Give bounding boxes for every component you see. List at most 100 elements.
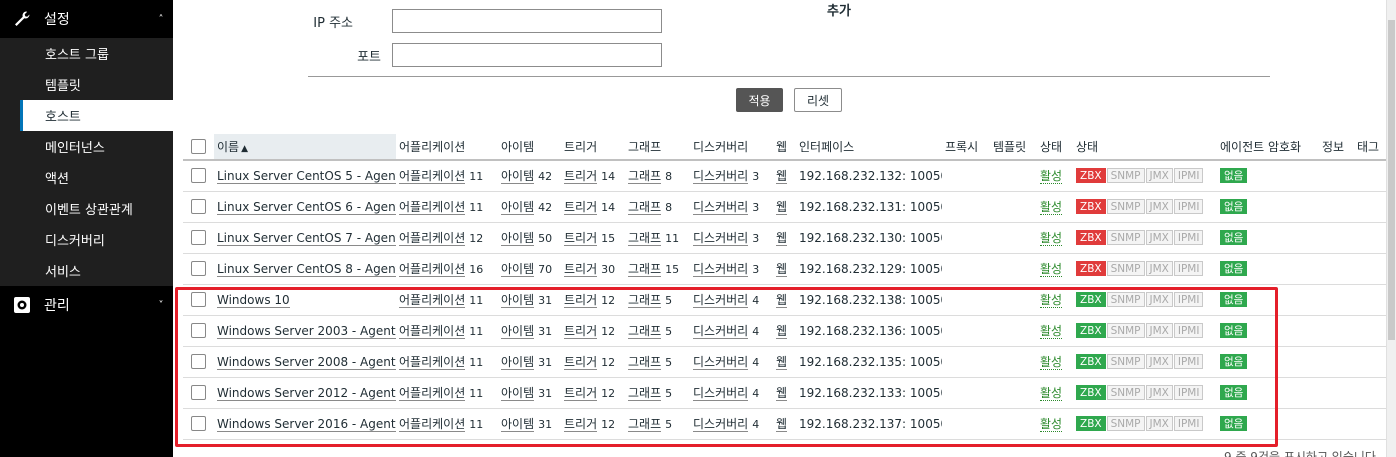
triggers-link[interactable]: 트리거 [564, 261, 598, 277]
web-link[interactable]: 웹 [776, 199, 788, 215]
graphs-link[interactable]: 그래프 [628, 416, 662, 432]
applications-link[interactable]: 어플리케이션 [399, 416, 466, 432]
items-link[interactable]: 아이템 [501, 354, 535, 370]
sidebar-item-hosts[interactable]: 호스트 [20, 100, 173, 131]
host-name-link[interactable]: Linux Server CentOS 8 - Agent [217, 261, 396, 277]
items-link[interactable]: 아이템 [501, 168, 535, 184]
port-input[interactable] [392, 43, 662, 67]
zbx-badge[interactable]: ZBX [1076, 323, 1106, 338]
status-toggle-link[interactable]: 활성 [1040, 231, 1063, 246]
sidebar-item-discovery[interactable]: 디스커버리 [20, 224, 173, 255]
triggers-link[interactable]: 트리거 [564, 323, 598, 339]
sidebar-section-configuration[interactable]: 설정 ˄ [0, 0, 173, 38]
reset-button[interactable]: 리셋 [794, 88, 842, 112]
sidebar-section-administration[interactable]: 관리 ˅ [0, 286, 173, 324]
host-name-link[interactable]: Linux Server CentOS 5 - Agent [217, 168, 396, 184]
zbx-badge[interactable]: ZBX [1076, 230, 1106, 245]
items-link[interactable]: 아이템 [501, 199, 535, 215]
status-toggle-link[interactable]: 활성 [1040, 324, 1063, 339]
row-checkbox[interactable] [191, 230, 206, 245]
applications-link[interactable]: 어플리케이션 [399, 199, 466, 215]
host-name-link[interactable]: Linux Server CentOS 7 - Agent [217, 230, 396, 246]
applications-link[interactable]: 어플리케이션 [399, 261, 466, 277]
host-name-link[interactable]: Windows Server 2012 - Agent [217, 385, 396, 401]
applications-link[interactable]: 어플리케이션 [399, 230, 466, 246]
status-toggle-link[interactable]: 활성 [1040, 169, 1063, 185]
triggers-link[interactable]: 트리거 [564, 292, 598, 308]
vertical-scrollbar[interactable] [1386, 0, 1396, 457]
sidebar-item-actions[interactable]: 액션 [20, 162, 173, 193]
host-name-link[interactable]: Windows 10 [217, 292, 290, 308]
discovery-link[interactable]: 디스커버리 [693, 416, 749, 432]
column-header-name[interactable]: 이름 ▲ [214, 134, 396, 161]
items-link[interactable]: 아이템 [501, 261, 535, 277]
host-name-link[interactable]: Windows Server 2003 - Agent [217, 323, 396, 339]
status-toggle-link[interactable]: 활성 [1040, 293, 1063, 308]
graphs-link[interactable]: 그래프 [628, 199, 662, 215]
host-name-link[interactable]: Windows Server 2008 - Agent [217, 354, 396, 370]
discovery-link[interactable]: 디스커버리 [693, 199, 749, 215]
row-checkbox[interactable] [191, 292, 206, 307]
sidebar-item-maintenance[interactable]: 메인터넌스 [20, 131, 173, 162]
scrollbar-thumb[interactable] [1388, 20, 1395, 340]
host-name-link[interactable]: Windows Server 2016 - Agent [217, 416, 396, 432]
apply-button[interactable]: 적용 [736, 88, 783, 112]
zbx-badge[interactable]: ZBX [1076, 168, 1106, 184]
zbx-badge[interactable]: ZBX [1076, 199, 1106, 214]
items-link[interactable]: 아이템 [501, 416, 535, 432]
graphs-link[interactable]: 그래프 [628, 261, 662, 277]
zbx-badge[interactable]: ZBX [1076, 292, 1106, 307]
items-link[interactable]: 아이템 [501, 230, 535, 246]
web-link[interactable]: 웹 [776, 168, 788, 184]
items-link[interactable]: 아이템 [501, 323, 535, 339]
status-toggle-link[interactable]: 활성 [1040, 417, 1063, 432]
applications-link[interactable]: 어플리케이션 [399, 168, 466, 184]
web-link[interactable]: 웹 [776, 385, 788, 401]
discovery-link[interactable]: 디스커버리 [693, 323, 749, 339]
discovery-link[interactable]: 디스커버리 [693, 292, 749, 308]
graphs-link[interactable]: 그래프 [628, 354, 662, 370]
row-checkbox[interactable] [191, 323, 206, 338]
status-toggle-link[interactable]: 활성 [1040, 262, 1063, 277]
items-link[interactable]: 아이템 [501, 292, 535, 308]
discovery-link[interactable]: 디스커버리 [693, 354, 749, 370]
applications-link[interactable]: 어플리케이션 [399, 292, 466, 308]
sidebar-item-host-groups[interactable]: 호스트 그룹 [20, 38, 173, 69]
status-toggle-link[interactable]: 활성 [1040, 200, 1063, 215]
row-checkbox[interactable] [191, 168, 206, 184]
row-checkbox[interactable] [191, 199, 206, 214]
applications-link[interactable]: 어플리케이션 [399, 385, 466, 401]
host-name-link[interactable]: Linux Server CentOS 6 - Agent [217, 199, 396, 215]
graphs-link[interactable]: 그래프 [628, 230, 662, 246]
applications-link[interactable]: 어플리케이션 [399, 354, 466, 370]
applications-link[interactable]: 어플리케이션 [399, 323, 466, 339]
zbx-badge[interactable]: ZBX [1076, 261, 1106, 276]
discovery-link[interactable]: 디스커버리 [693, 261, 749, 277]
sidebar-item-templates[interactable]: 템플릿 [20, 69, 173, 100]
discovery-link[interactable]: 디스커버리 [693, 230, 749, 246]
graphs-link[interactable]: 그래프 [628, 323, 662, 339]
add-link[interactable]: 추가 [827, 0, 851, 19]
zbx-badge[interactable]: ZBX [1076, 385, 1106, 400]
column-header-status[interactable]: 상태 [1037, 134, 1073, 161]
row-checkbox[interactable] [191, 354, 206, 369]
web-link[interactable]: 웹 [776, 261, 788, 277]
triggers-link[interactable]: 트리거 [564, 230, 598, 246]
graphs-link[interactable]: 그래프 [628, 385, 662, 401]
row-checkbox[interactable] [191, 416, 206, 431]
ip-address-input[interactable] [392, 9, 662, 33]
status-toggle-link[interactable]: 활성 [1040, 355, 1063, 370]
web-link[interactable]: 웹 [776, 230, 788, 246]
web-link[interactable]: 웹 [776, 354, 788, 370]
discovery-link[interactable]: 디스커버리 [693, 385, 749, 401]
triggers-link[interactable]: 트리거 [564, 354, 598, 370]
triggers-link[interactable]: 트리거 [564, 168, 598, 184]
triggers-link[interactable]: 트리거 [564, 385, 598, 401]
row-checkbox[interactable] [191, 385, 206, 400]
discovery-link[interactable]: 디스커버리 [693, 168, 749, 184]
zbx-badge[interactable]: ZBX [1076, 354, 1106, 369]
graphs-link[interactable]: 그래프 [628, 292, 662, 308]
select-all-checkbox[interactable] [191, 139, 206, 154]
graphs-link[interactable]: 그래프 [628, 168, 662, 184]
triggers-link[interactable]: 트리거 [564, 416, 598, 432]
